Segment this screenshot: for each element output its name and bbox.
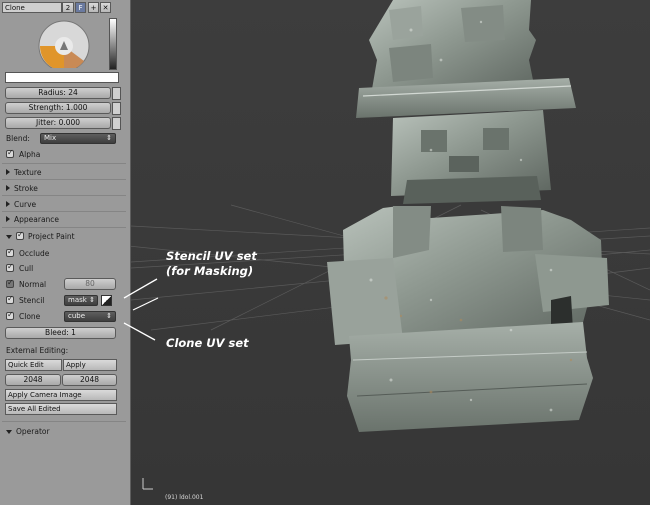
stencil-annotation-line2: (for Masking) — [166, 264, 254, 278]
occlude-label: Occlude — [19, 249, 50, 258]
expand-icon — [6, 185, 10, 191]
section-project-paint-label: Project Paint — [28, 232, 75, 241]
apply-button[interactable]: Apply — [63, 359, 117, 371]
blend-value: Mix — [44, 134, 57, 142]
external-editing-heading: External Editing: — [6, 346, 69, 355]
clone-checkbox[interactable] — [6, 310, 14, 320]
expand-icon — [6, 216, 10, 222]
stencil-layer-value: mask — [68, 296, 87, 304]
tool-panel: Clone 2 F + ✕ Radius: 24 Strength: 1.000… — [0, 0, 131, 505]
clone-layer-select[interactable]: cube ⇕ — [64, 311, 116, 322]
section-stroke[interactable]: Stroke — [6, 184, 38, 193]
stencil-layer-select[interactable]: mask ⇕ — [64, 295, 98, 306]
project-paint-checkbox[interactable] — [16, 230, 24, 240]
screen-width-field[interactable]: 2048 — [5, 374, 61, 386]
divider — [2, 211, 126, 212]
section-operator-label: Operator — [16, 427, 50, 436]
divider — [2, 179, 126, 180]
occlude-checkbox[interactable] — [6, 247, 14, 257]
clone-annotation: Clone UV set — [166, 336, 249, 350]
add-brush-icon[interactable]: + — [88, 2, 99, 13]
brush-name-field[interactable]: Clone — [2, 2, 62, 13]
dropdown-icon: ⇕ — [106, 134, 112, 142]
save-all-edited-button[interactable]: Save All Edited — [5, 403, 117, 415]
divider — [2, 163, 126, 164]
dropdown-icon: ⇕ — [106, 312, 112, 320]
apply-camera-image-button[interactable]: Apply Camera Image — [5, 389, 117, 401]
stencil-annotation-line1: Stencil UV set — [166, 249, 257, 263]
stencil-checkbox[interactable] — [6, 294, 14, 304]
alpha-label: Alpha — [19, 150, 41, 159]
section-appearance[interactable]: Appearance — [6, 215, 59, 224]
section-curve-label: Curve — [14, 200, 37, 209]
expand-icon — [6, 169, 10, 175]
normal-label: Normal — [19, 280, 47, 289]
jitter-slider[interactable]: Jitter: 0.000 — [5, 117, 111, 129]
quick-edit-button[interactable]: Quick Edit — [5, 359, 62, 371]
color-wheel[interactable] — [6, 16, 100, 72]
expand-icon — [6, 201, 10, 207]
cull-label: Cull — [19, 264, 34, 273]
section-curve[interactable]: Curve — [6, 200, 36, 209]
radius-slider[interactable]: Radius: 24 — [5, 87, 111, 99]
section-operator[interactable]: Operator — [6, 427, 50, 436]
divider — [2, 195, 126, 196]
stencil-invert-icon[interactable] — [101, 295, 112, 306]
stencil-label: Stencil — [19, 296, 45, 305]
section-texture[interactable]: Texture — [6, 168, 41, 177]
collapse-icon — [6, 430, 12, 434]
normal-checkbox[interactable] — [6, 278, 14, 288]
screen-height-field[interactable]: 2048 — [62, 374, 117, 386]
section-project-paint[interactable]: Project Paint — [6, 230, 75, 241]
dropdown-icon: ⇕ — [89, 296, 95, 304]
strength-slider[interactable]: Strength: 1.000 — [5, 102, 111, 114]
value-slider[interactable] — [109, 18, 117, 70]
section-appearance-label: Appearance — [14, 215, 60, 224]
section-stroke-label: Stroke — [14, 184, 38, 193]
fake-user-button[interactable]: F — [75, 2, 86, 13]
color-swatch[interactable] — [5, 72, 119, 83]
radius-pressure-icon[interactable] — [112, 87, 121, 100]
viewport-status: (91) ldol.001 — [165, 494, 204, 501]
strength-pressure-icon[interactable] — [112, 102, 121, 115]
collapse-icon — [6, 235, 12, 239]
brush-users-count[interactable]: 2 — [62, 2, 74, 13]
axis-gizmo — [141, 475, 155, 491]
clone-label: Clone — [19, 312, 41, 321]
section-texture-label: Texture — [14, 168, 42, 177]
divider — [2, 227, 126, 228]
close-icon[interactable]: ✕ — [100, 2, 111, 13]
divider — [2, 421, 126, 422]
normal-angle-field[interactable]: 80 — [64, 278, 116, 290]
alpha-checkbox[interactable] — [6, 148, 14, 158]
bleed-slider[interactable]: Bleed: 1 — [5, 327, 116, 339]
clone-layer-value: cube — [68, 312, 86, 320]
cull-checkbox[interactable] — [6, 262, 14, 272]
jitter-pressure-icon[interactable] — [112, 117, 121, 130]
blend-label: Blend: — [6, 134, 30, 143]
blend-select[interactable]: Mix ⇕ — [40, 133, 116, 144]
